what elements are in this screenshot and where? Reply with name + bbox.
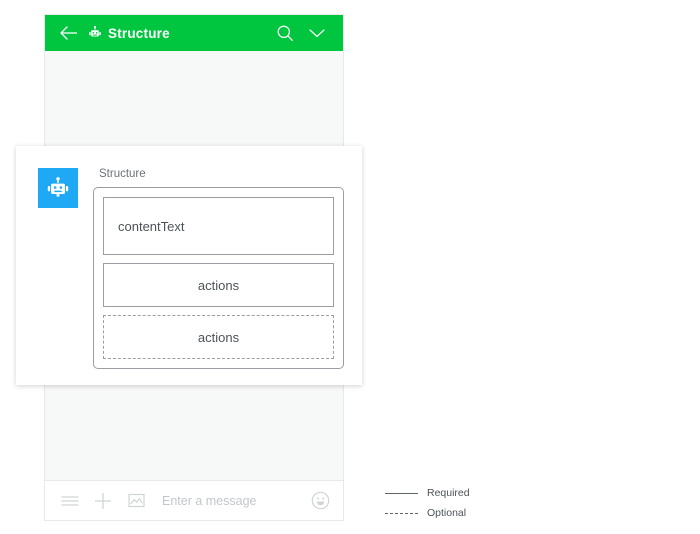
message-input[interactable]: Enter a message bbox=[162, 494, 309, 508]
robot-icon bbox=[87, 26, 102, 41]
card-content: Structure contentText actions actions bbox=[38, 168, 344, 369]
image-icon[interactable] bbox=[125, 490, 147, 512]
search-icon[interactable] bbox=[273, 21, 297, 45]
legend-item-required: Required bbox=[385, 483, 470, 503]
legend-item-optional: Optional bbox=[385, 503, 470, 523]
bubble-label: Structure bbox=[99, 168, 146, 180]
slot-actions-optional: actions bbox=[103, 315, 334, 359]
hamburger-menu-icon[interactable] bbox=[59, 490, 81, 512]
chat-header: Structure bbox=[45, 15, 343, 51]
chat-title: Structure bbox=[108, 25, 170, 41]
slot-actions-required: actions bbox=[103, 263, 334, 307]
smiley-icon[interactable] bbox=[309, 490, 331, 512]
slot-actions-optional-label: actions bbox=[197, 329, 240, 345]
structure-overlay-card: Structure contentText actions actions bbox=[16, 146, 362, 385]
slot-content-text-label: contentText bbox=[118, 218, 185, 234]
plus-icon[interactable] bbox=[92, 490, 114, 512]
chevron-down-icon[interactable] bbox=[305, 21, 329, 45]
bubble-column: Structure contentText actions actions bbox=[93, 168, 344, 369]
legend-dashed-line-icon bbox=[385, 512, 418, 514]
robot-avatar-icon bbox=[38, 168, 78, 208]
slot-actions-required-label: actions bbox=[197, 277, 240, 293]
legend-required-label: Required bbox=[427, 487, 470, 499]
message-composer: Enter a message bbox=[45, 480, 343, 520]
legend: Required Optional bbox=[385, 483, 470, 523]
slot-content-text: contentText bbox=[103, 197, 334, 255]
message-bubble-outline: contentText actions actions bbox=[93, 187, 344, 369]
legend-solid-line-icon bbox=[385, 492, 418, 494]
legend-optional-label: Optional bbox=[427, 507, 467, 519]
back-arrow-icon[interactable] bbox=[57, 22, 79, 44]
